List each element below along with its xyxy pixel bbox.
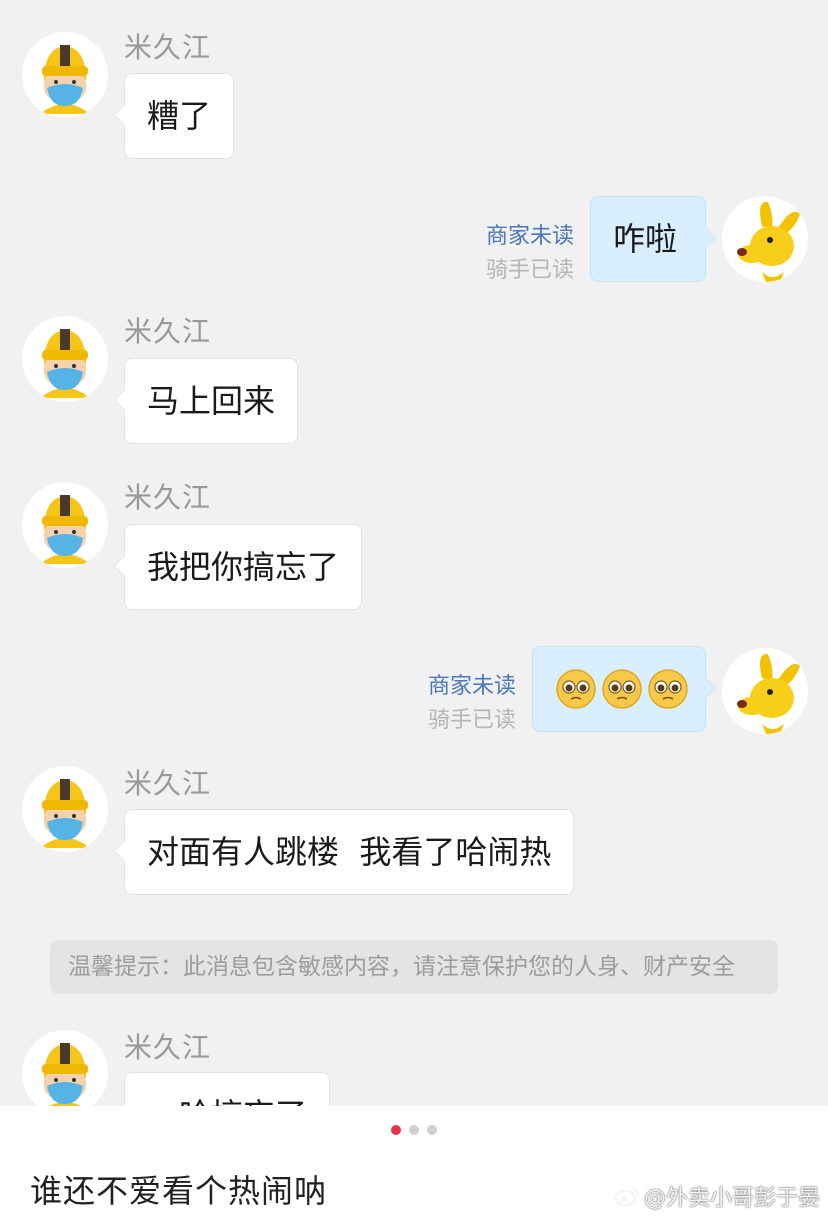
user-avatar[interactable] bbox=[722, 196, 808, 282]
rider-avatar[interactable] bbox=[22, 482, 108, 568]
message-bubble[interactable]: 哈搞忘了 bbox=[113, 1072, 331, 1106]
message-bubble[interactable]: 对面有人跳楼 我看了哈闹热 bbox=[113, 809, 575, 895]
read-status: 商家未读 骑手已读 bbox=[486, 220, 574, 288]
courier-helmet-icon bbox=[42, 1043, 88, 1106]
user-avatar[interactable] bbox=[722, 648, 808, 734]
message-bubble-outgoing[interactable]: 咋啦 bbox=[590, 196, 716, 282]
weibo-watermark: @外卖小哥彭于晏 bbox=[613, 1180, 820, 1212]
emoji-group bbox=[533, 647, 705, 731]
courier-helmet-icon bbox=[40, 329, 90, 398]
rider-read-label: 骑手已读 bbox=[485, 258, 574, 283]
message-bubble[interactable]: 马上回来 bbox=[113, 358, 299, 444]
weibo-logo-icon bbox=[613, 1187, 639, 1206]
yellow-kangaroo-icon bbox=[737, 653, 800, 734]
sender-name: 米久江 bbox=[124, 315, 212, 348]
rider-read-label: 骑手已读 bbox=[427, 708, 516, 733]
rider-avatar[interactable] bbox=[22, 1030, 108, 1106]
sender-name: 米久江 bbox=[124, 767, 212, 800]
carousel-dot-active[interactable] bbox=[391, 1125, 401, 1135]
yellow-kangaroo-icon bbox=[737, 201, 800, 282]
carousel-indicator[interactable] bbox=[0, 1125, 828, 1135]
rider-avatar[interactable] bbox=[22, 316, 108, 402]
watermark-text: @外卖小哥彭于晏 bbox=[643, 1186, 820, 1211]
carousel-dot[interactable] bbox=[427, 1125, 437, 1135]
merchant-unread-label: 商家未读 bbox=[427, 674, 516, 699]
pleading-face-icon bbox=[602, 669, 642, 709]
sender-name: 米久江 bbox=[124, 31, 212, 64]
courier-helmet-icon bbox=[40, 45, 90, 114]
courier-helmet-icon bbox=[40, 779, 90, 848]
sender-name: 米久江 bbox=[124, 481, 212, 514]
message-bubble-outgoing[interactable] bbox=[532, 646, 716, 732]
rider-avatar[interactable] bbox=[22, 766, 108, 852]
rider-avatar[interactable] bbox=[22, 32, 108, 118]
sender-name: 米久江 bbox=[124, 1031, 212, 1064]
message-bubble[interactable]: 我把你搞忘了 bbox=[113, 524, 363, 610]
chat-area[interactable]: 米久江 糟了 商家未读 骑手已读 咋啦 米久江 马上回来 米久江 我把你搞忘了 … bbox=[0, 0, 828, 1106]
pleading-face-icon bbox=[556, 669, 596, 709]
read-status: 商家未读 骑手已读 bbox=[428, 670, 516, 738]
courier-helmet-icon bbox=[40, 495, 90, 564]
safety-notice: 温馨提示：此消息包含敏感内容，请注意保护您的人身、财产安全 bbox=[50, 940, 778, 994]
carousel-dot[interactable] bbox=[409, 1125, 419, 1135]
message-bubble[interactable]: 糟了 bbox=[113, 73, 235, 159]
post-caption: 谁还不爱看个热闹呐 bbox=[30, 1172, 328, 1210]
merchant-unread-label: 商家未读 bbox=[485, 224, 574, 249]
pleading-face-icon bbox=[648, 669, 688, 709]
